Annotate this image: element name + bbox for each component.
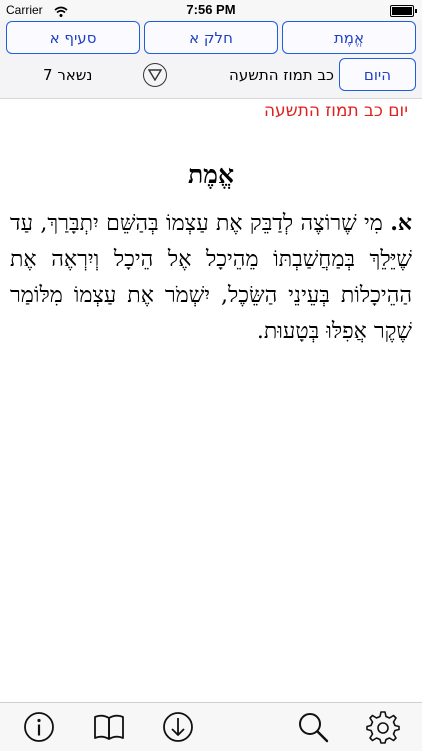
gear-icon <box>366 711 400 744</box>
battery-icon <box>390 5 417 17</box>
triangle-down-icon <box>148 69 162 81</box>
date-title: יום כב תמוז התשעה <box>263 101 408 121</box>
today-button[interactable]: היום <box>339 58 416 91</box>
settings-button[interactable] <box>366 710 400 744</box>
bottom-toolbar <box>0 702 422 751</box>
book-button[interactable] <box>92 710 126 744</box>
paragraph-text: מִי שֶׁרוֹצֶה לְדַבֵּק אֶת עַצְמוֹ בְּהַ… <box>10 211 412 344</box>
top-navigation: סעיף א חלק א אֱמֶת נשאר 7 כב תמוז התשעה … <box>0 20 422 99</box>
paragraph-marker: א. <box>390 210 412 236</box>
segment-part[interactable]: חלק א <box>144 21 278 54</box>
download-icon <box>163 712 193 742</box>
search-icon <box>299 713 329 743</box>
clock: 7:56 PM <box>186 2 236 17</box>
date-dropdown-button[interactable] <box>143 63 167 87</box>
status-bar: Carrier 7:56 PM <box>0 0 422 20</box>
book-icon <box>94 714 124 740</box>
page-title: אֱמֶת <box>187 160 235 189</box>
download-button[interactable] <box>161 710 195 744</box>
segment-topic[interactable]: אֱמֶת <box>282 21 416 54</box>
search-button[interactable] <box>296 710 330 744</box>
remaining-count: נשאר 7 <box>43 66 93 84</box>
paragraph: א. מִי שֶׁרוֹצֶה לְדַבֵּק אֶת עַצְמוֹ בְ… <box>10 205 412 350</box>
segment-section[interactable]: סעיף א <box>6 21 140 54</box>
info-button[interactable] <box>22 710 56 744</box>
info-icon <box>24 712 54 742</box>
date-row: נשאר 7 כב תמוז התשעה היום <box>0 56 422 96</box>
current-date: כב תמוז התשעה <box>229 66 334 84</box>
